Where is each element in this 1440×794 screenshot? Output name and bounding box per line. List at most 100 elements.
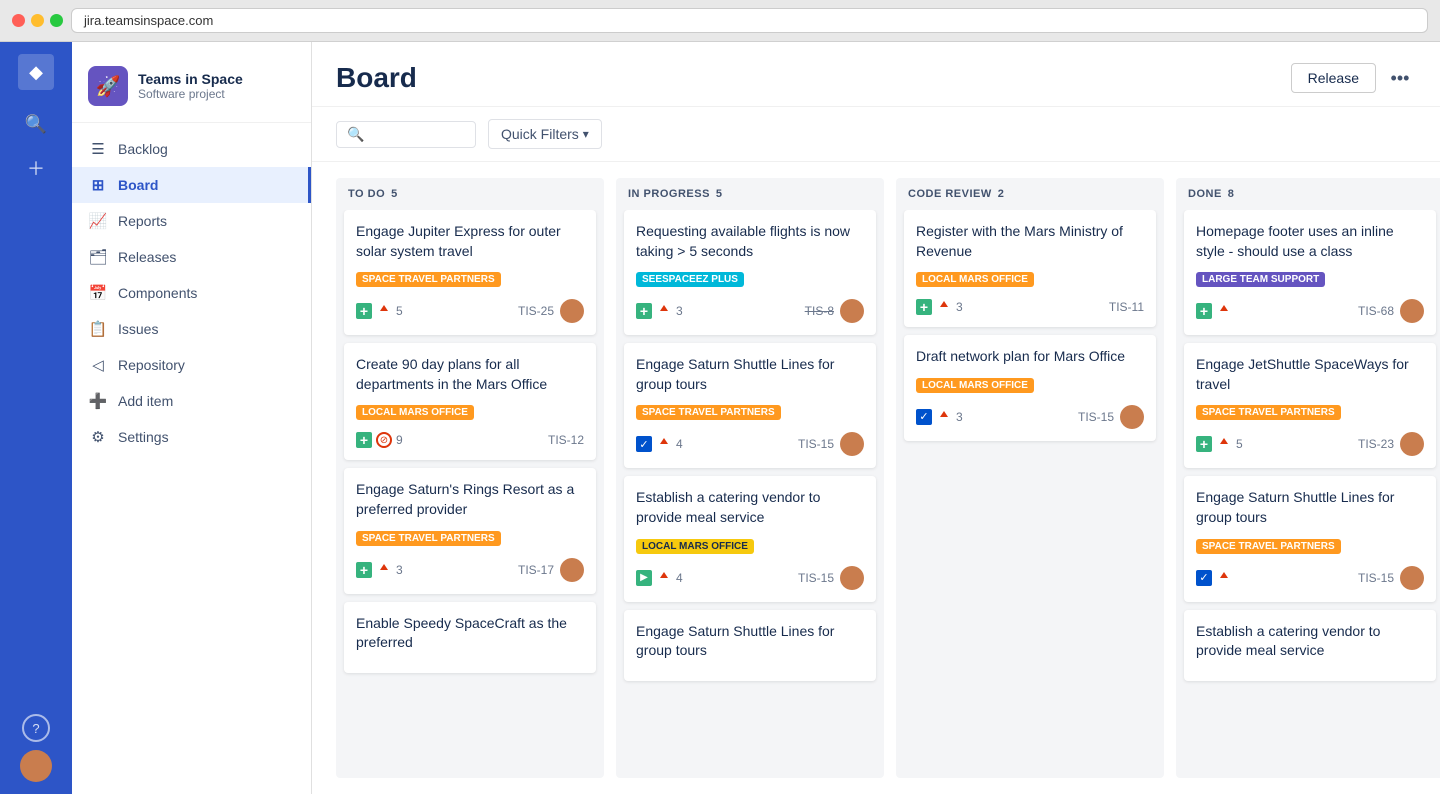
project-name: Teams in Space bbox=[138, 71, 243, 87]
card-footer: ▶ 4 TIS-15 bbox=[636, 566, 864, 590]
card-title: Engage Saturn Shuttle Lines for group to… bbox=[636, 355, 864, 394]
card-avatar bbox=[1400, 566, 1424, 590]
help-icon[interactable]: ? bbox=[22, 714, 50, 742]
card-tag: SPACE TRAVEL PARTNERS bbox=[1196, 405, 1341, 420]
column-title-done: DONE bbox=[1188, 188, 1222, 200]
priority-high-icon bbox=[656, 303, 672, 319]
backlog-label: Backlog bbox=[118, 141, 168, 157]
main-content: Board Release ••• 🔍 Quick Filters ▾ TO D… bbox=[312, 42, 1440, 794]
card-meta: TIS-11 bbox=[1109, 300, 1144, 314]
settings-icon: ⚙ bbox=[88, 427, 108, 447]
sidebar-item-add-item[interactable]: ➕ Add item bbox=[72, 383, 311, 419]
card-meta: TIS-23 bbox=[1358, 432, 1424, 456]
card-title: Engage Saturn's Rings Resort as a prefer… bbox=[356, 480, 584, 519]
column-cards-todo: Engage Jupiter Express for outer solar s… bbox=[336, 210, 604, 778]
card-todo-2[interactable]: Create 90 day plans for all departments … bbox=[344, 343, 596, 460]
project-type: Software project bbox=[138, 87, 243, 101]
card-inprogress-2[interactable]: Engage Saturn Shuttle Lines for group to… bbox=[624, 343, 876, 468]
card-tag: SPACE TRAVEL PARTNERS bbox=[356, 272, 501, 287]
card-done-3[interactable]: Engage Saturn Shuttle Lines for group to… bbox=[1184, 476, 1436, 601]
sidebar-item-reports[interactable]: 📈 Reports bbox=[72, 203, 311, 239]
sidebar-item-board[interactable]: ⊞ Board bbox=[72, 167, 311, 203]
column-header-inprogress: IN PROGRESS 5 bbox=[616, 178, 884, 210]
releases-label: Releases bbox=[118, 249, 176, 265]
card-footer: + 3 TIS-17 bbox=[356, 558, 584, 582]
card-inprogress-4[interactable]: Engage Saturn Shuttle Lines for group to… bbox=[624, 610, 876, 681]
sidebar-item-components[interactable]: 📅 Components bbox=[72, 275, 311, 311]
card-ticket-id: TIS-25 bbox=[518, 304, 554, 318]
search-box[interactable]: 🔍 bbox=[336, 121, 476, 148]
card-ticket-id: TIS-11 bbox=[1109, 300, 1144, 314]
card-done-1[interactable]: Homepage footer uses an inline style - s… bbox=[1184, 210, 1436, 335]
card-meta: TIS-15 bbox=[798, 566, 864, 590]
card-count: 4 bbox=[676, 571, 683, 585]
card-tag: LARGE TEAM SUPPORT bbox=[1196, 272, 1325, 287]
card-done-2[interactable]: Engage JetShuttle SpaceWays for travel S… bbox=[1184, 343, 1436, 468]
card-tag: LOCAL MARS OFFICE bbox=[916, 272, 1034, 287]
quick-filters-label: Quick Filters bbox=[501, 126, 579, 142]
card-avatar bbox=[1120, 405, 1144, 429]
board-icon: ⊞ bbox=[88, 175, 108, 195]
check-icon: ✓ bbox=[1196, 570, 1212, 586]
card-title: Create 90 day plans for all departments … bbox=[356, 355, 584, 394]
board-label: Board bbox=[118, 177, 158, 193]
priority-high-icon bbox=[1216, 436, 1232, 452]
card-todo-4[interactable]: Enable Speedy SpaceCraft as the preferre… bbox=[344, 602, 596, 673]
card-count: 5 bbox=[396, 304, 403, 318]
column-title-todo: TO DO bbox=[348, 188, 385, 200]
card-icons: + 5 bbox=[356, 303, 403, 319]
card-title: Engage JetShuttle SpaceWays for travel bbox=[1196, 355, 1424, 394]
more-options-button[interactable]: ••• bbox=[1384, 62, 1416, 94]
card-codereview-2[interactable]: Draft network plan for Mars Office LOCAL… bbox=[904, 335, 1156, 441]
sidebar-item-issues[interactable]: 📋 Issues bbox=[72, 311, 311, 347]
priority-high-icon bbox=[936, 409, 952, 425]
card-avatar bbox=[1400, 299, 1424, 323]
card-inprogress-3[interactable]: Establish a catering vendor to provide m… bbox=[624, 476, 876, 601]
repository-label: Repository bbox=[118, 357, 185, 373]
jira-logo[interactable]: ◆ bbox=[18, 54, 54, 90]
quick-filters-dropdown[interactable]: Quick Filters ▾ bbox=[488, 119, 602, 149]
card-footer: + 5 TIS-23 bbox=[1196, 432, 1424, 456]
column-header-done: DONE 8 bbox=[1176, 178, 1440, 210]
url-bar[interactable]: jira.teamsinspace.com bbox=[71, 8, 1428, 33]
card-avatar bbox=[560, 299, 584, 323]
card-meta: TIS-25 bbox=[518, 299, 584, 323]
card-title: Draft network plan for Mars Office bbox=[916, 347, 1144, 367]
column-cards-codereview: Register with the Mars Ministry of Reven… bbox=[896, 210, 1164, 778]
card-footer: ✓ 3 TIS-15 bbox=[916, 405, 1144, 429]
settings-label: Settings bbox=[118, 429, 169, 445]
project-header: 🚀 Teams in Space Software project bbox=[72, 58, 311, 123]
card-todo-3[interactable]: Engage Saturn's Rings Resort as a prefer… bbox=[344, 468, 596, 593]
add-icon: + bbox=[916, 299, 932, 315]
card-footer: + 5 TIS-25 bbox=[356, 299, 584, 323]
sidebar-item-settings[interactable]: ⚙ Settings bbox=[72, 419, 311, 455]
add-icon[interactable]: ＋ bbox=[18, 150, 54, 186]
card-done-4[interactable]: Establish a catering vendor to provide m… bbox=[1184, 610, 1436, 681]
card-codereview-1[interactable]: Register with the Mars Ministry of Reven… bbox=[904, 210, 1156, 327]
sidebar-item-repository[interactable]: ◁ Repository bbox=[72, 347, 311, 383]
story-icon: ▶ bbox=[636, 570, 652, 586]
column-cards-inprogress: Requesting available flights is now taki… bbox=[616, 210, 884, 778]
card-title: Establish a catering vendor to provide m… bbox=[1196, 622, 1424, 661]
card-icons: + ⊘ 9 bbox=[356, 432, 403, 448]
column-count-done: 8 bbox=[1228, 188, 1234, 200]
add-item-icon: ➕ bbox=[88, 391, 108, 411]
card-todo-1[interactable]: Engage Jupiter Express for outer solar s… bbox=[344, 210, 596, 335]
page-header: Board Release ••• bbox=[312, 42, 1440, 107]
card-tag: LOCAL MARS OFFICE bbox=[916, 378, 1034, 393]
sidebar-item-releases[interactable]: 🗂 Releases bbox=[72, 239, 311, 275]
card-avatar bbox=[840, 566, 864, 590]
card-tag: SPACE TRAVEL PARTNERS bbox=[636, 405, 781, 420]
app-container: ◆ 🔍 ＋ ? 🚀 Teams in Space Software projec… bbox=[0, 42, 1440, 794]
releases-icon: 🗂 bbox=[88, 247, 108, 267]
column-count-todo: 5 bbox=[391, 188, 397, 200]
user-avatar[interactable] bbox=[20, 750, 52, 782]
card-title: Register with the Mars Ministry of Reven… bbox=[916, 222, 1144, 261]
project-info: Teams in Space Software project bbox=[138, 71, 243, 101]
search-icon[interactable]: 🔍 bbox=[18, 106, 54, 142]
card-inprogress-1[interactable]: Requesting available flights is now taki… bbox=[624, 210, 876, 335]
release-button[interactable]: Release bbox=[1291, 63, 1376, 93]
card-ticket-id: TIS-23 bbox=[1358, 437, 1394, 451]
sidebar-item-backlog[interactable]: ☰ Backlog bbox=[72, 131, 311, 167]
card-meta: TIS-15 bbox=[1358, 566, 1424, 590]
